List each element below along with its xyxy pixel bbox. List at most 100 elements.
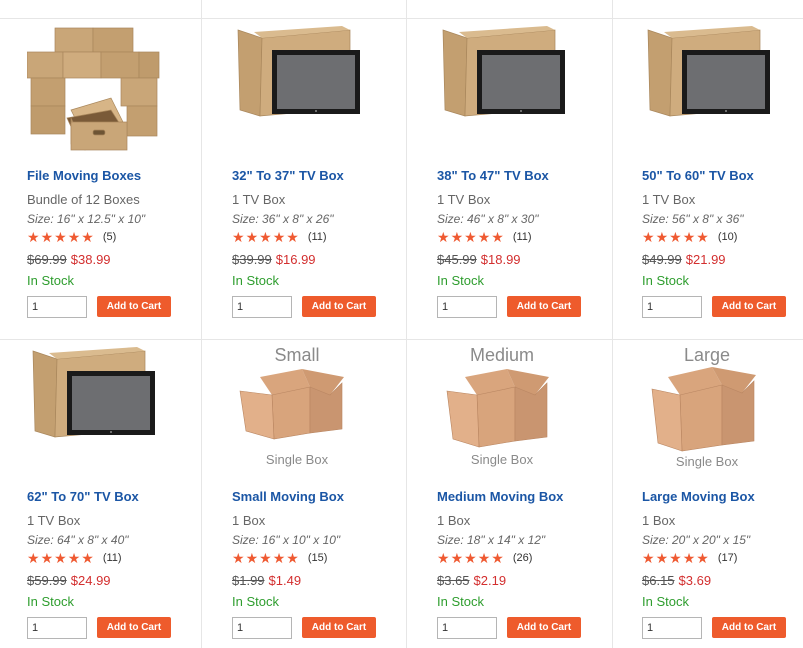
product-size: Size: 36" x 8" x 26" [232, 212, 334, 226]
star-icon: ★ [682, 229, 696, 245]
product-title[interactable]: File Moving Boxes [27, 168, 141, 183]
price: $39.99 $16.99 [232, 252, 316, 267]
price: $6.15 $3.69 [642, 573, 711, 588]
product-title[interactable]: 38" To 47" TV Box [437, 168, 549, 183]
rating[interactable]: ★ ★ ★ ★ ★ (5) [27, 230, 116, 244]
star-icon: ★ [669, 550, 682, 566]
star-icon: ★ [477, 550, 491, 566]
grid-divider [612, 0, 613, 648]
review-count[interactable]: (11) [103, 552, 122, 564]
star-icon: ★ [272, 550, 286, 566]
stock-status: In Stock [232, 273, 279, 288]
sale-price: $2.19 [473, 573, 507, 588]
grid-divider [0, 18, 803, 19]
star-icon: ★ [286, 550, 299, 566]
star-icon: ★ [81, 229, 94, 245]
rating[interactable]: ★ ★ ★ ★ ★ (11) [437, 230, 532, 244]
star-icon: ★ [491, 229, 504, 245]
star-icon: ★ [450, 550, 464, 566]
star-icon: ★ [40, 550, 54, 566]
stock-status: In Stock [642, 594, 689, 609]
quantity-input[interactable] [27, 617, 87, 639]
old-price: $3.65 [437, 573, 470, 588]
star-icon: ★ [682, 550, 696, 566]
tv-box-image[interactable] [232, 26, 382, 158]
product-quantity-info: 1 TV Box [642, 192, 696, 207]
product-quantity-info: 1 TV Box [232, 192, 286, 207]
rating[interactable]: ★ ★ ★ ★ ★ (10) [642, 230, 737, 244]
product-title[interactable]: 62" To 70" TV Box [27, 489, 139, 504]
quantity-input[interactable] [232, 617, 292, 639]
file-boxes-image[interactable] [27, 26, 177, 158]
add-to-cart-button[interactable]: Add to Cart [507, 296, 581, 317]
stock-status: In Stock [232, 594, 279, 609]
star-icon: ★ [259, 550, 272, 566]
product-title[interactable]: Medium Moving Box [437, 489, 563, 504]
rating[interactable]: ★ ★ ★ ★ ★ (11) [27, 551, 122, 565]
quantity-input[interactable] [437, 617, 497, 639]
product-quantity-info: 1 Box [437, 513, 471, 528]
old-price: $39.99 [232, 252, 272, 267]
star-icon: ★ [696, 229, 709, 245]
rating[interactable]: ★ ★ ★ ★ ★ (15) [232, 551, 327, 565]
box-size-label: Large [684, 347, 730, 365]
product-title[interactable]: Small Moving Box [232, 489, 344, 504]
rating[interactable]: ★ ★ ★ ★ ★ (11) [232, 230, 327, 244]
add-to-cart-button[interactable]: Add to Cart [302, 296, 376, 317]
tv-box-image[interactable] [27, 347, 177, 479]
star-icon: ★ [437, 229, 450, 245]
product-quantity-info: 1 Box [232, 513, 266, 528]
add-to-cart-button[interactable]: Add to Cart [302, 617, 376, 638]
price: $1.99 $1.49 [232, 573, 301, 588]
star-icon: ★ [450, 229, 464, 245]
review-count[interactable]: (17) [718, 552, 738, 564]
add-to-cart-button[interactable]: Add to Cart [712, 296, 786, 317]
star-icon: ★ [259, 229, 272, 245]
star-rating: ★ ★ ★ ★ ★ [642, 230, 710, 244]
open-box-image[interactable]: Small Single Box [232, 347, 382, 479]
star-icon: ★ [477, 229, 491, 245]
quantity-input[interactable] [437, 296, 497, 318]
star-icon: ★ [642, 550, 655, 566]
star-icon: ★ [67, 229, 81, 245]
add-to-cart-button[interactable]: Add to Cart [97, 296, 171, 317]
product-title[interactable]: 50" To 60" TV Box [642, 168, 754, 183]
add-to-cart-button[interactable]: Add to Cart [712, 617, 786, 638]
review-count[interactable]: (11) [513, 231, 532, 243]
open-box-image[interactable]: Large Single Box [642, 347, 792, 479]
add-to-cart-button[interactable]: Add to Cart [97, 617, 171, 638]
star-icon: ★ [642, 229, 655, 245]
tv-box-image[interactable] [642, 26, 792, 158]
review-count[interactable]: (26) [513, 552, 533, 564]
star-rating: ★ ★ ★ ★ ★ [232, 230, 300, 244]
quantity-input[interactable] [27, 296, 87, 318]
sale-price: $1.49 [268, 573, 302, 588]
box-size-label: Medium [470, 347, 534, 365]
review-count[interactable]: (10) [718, 231, 738, 243]
tv-box-image[interactable] [437, 26, 587, 158]
review-count[interactable]: (5) [103, 231, 116, 243]
star-icon: ★ [40, 229, 54, 245]
product-quantity-info: 1 Box [642, 513, 676, 528]
sale-price: $38.99 [70, 252, 111, 267]
quantity-input[interactable] [642, 296, 702, 318]
stock-status: In Stock [27, 273, 74, 288]
star-icon: ★ [286, 229, 299, 245]
star-icon: ★ [232, 229, 245, 245]
sale-price: $16.99 [275, 252, 316, 267]
quantity-input[interactable] [642, 617, 702, 639]
quantity-input[interactable] [232, 296, 292, 318]
star-icon: ★ [27, 550, 40, 566]
review-count[interactable]: (11) [308, 231, 327, 243]
old-price: $45.99 [437, 252, 477, 267]
open-box-image[interactable]: Medium Single Box [437, 347, 587, 479]
add-to-cart-button[interactable]: Add to Cart [507, 617, 581, 638]
product-title[interactable]: 32" To 37" TV Box [232, 168, 344, 183]
old-price: $49.99 [642, 252, 682, 267]
stock-status: In Stock [27, 594, 74, 609]
rating[interactable]: ★ ★ ★ ★ ★ (26) [437, 551, 532, 565]
review-count[interactable]: (15) [308, 552, 328, 564]
product-title[interactable]: Large Moving Box [642, 489, 755, 504]
rating[interactable]: ★ ★ ★ ★ ★ (17) [642, 551, 737, 565]
old-price: $6.15 [642, 573, 675, 588]
